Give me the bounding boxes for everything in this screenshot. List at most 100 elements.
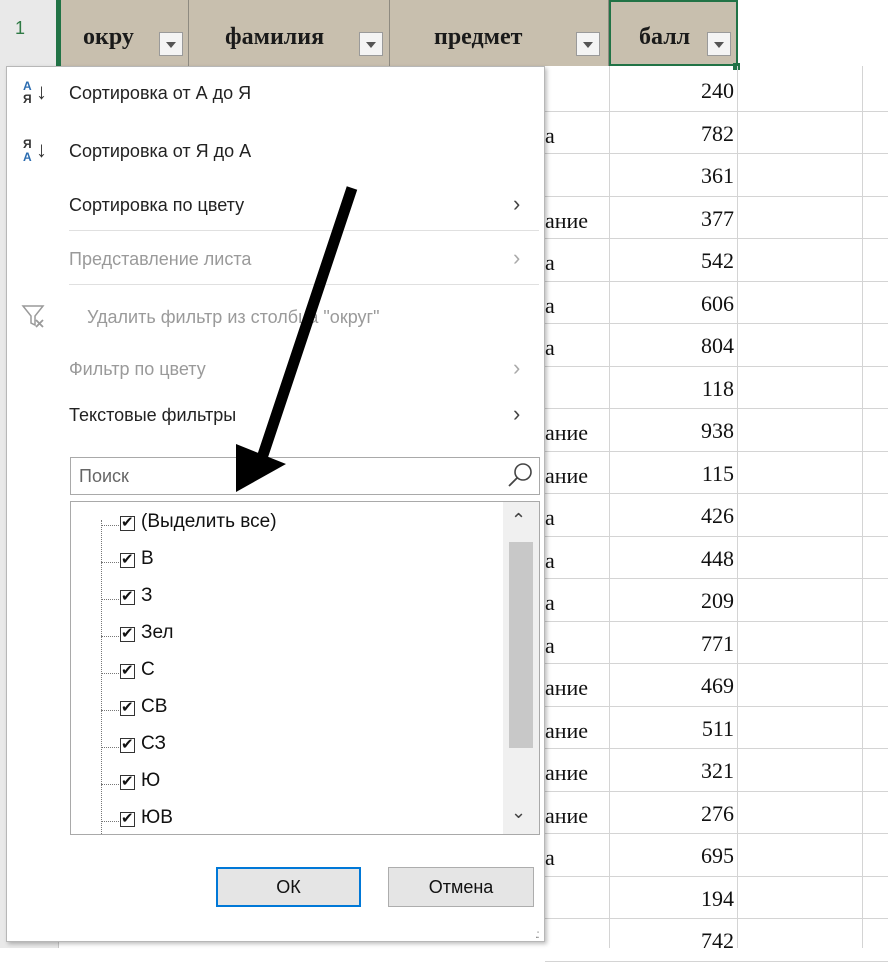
checkbox[interactable]	[120, 587, 135, 605]
row-gridline	[545, 790, 888, 792]
subject-cell[interactable]: а	[545, 590, 609, 616]
score-cell[interactable]: 511	[610, 716, 734, 742]
filter-value-list: (Выделить все) ВЗ Зел С СВ СЗ Ю ЮВ ⌃ ⌄	[70, 501, 540, 835]
score-cell[interactable]: 469	[610, 673, 734, 699]
checkbox[interactable]	[120, 698, 135, 716]
autofilter-menu: А Я ↓ Сортировка от А до Я Я А ↓ Сортировка …	[6, 66, 545, 942]
score-cell[interactable]: 115	[610, 461, 734, 487]
subject-cell[interactable]: а	[545, 335, 609, 361]
score-cell[interactable]: 240	[610, 78, 734, 104]
filter-list-item[interactable]: СВ	[101, 693, 491, 727]
filter-list-item[interactable]: ЮВ	[101, 804, 491, 834]
menu-sort-by-color[interactable]: Сортировка по цвету ›	[7, 185, 544, 225]
list-item-label: ЮВ	[141, 807, 173, 828]
list-item-label: СЗ	[141, 733, 166, 754]
scrollbar[interactable]: ⌃ ⌄	[503, 502, 539, 834]
score-cell[interactable]: 361	[610, 163, 734, 189]
chevron-right-icon: ›	[513, 191, 521, 216]
filter-list-item[interactable]: СЗ	[101, 730, 491, 764]
score-cell[interactable]: 695	[610, 843, 734, 869]
subject-cell[interactable]: а	[545, 293, 609, 319]
ok-button[interactable]: ОК	[216, 867, 361, 907]
chevron-right-icon: ›	[513, 245, 521, 270]
menu-separator	[69, 284, 539, 285]
score-cell[interactable]: 804	[610, 333, 734, 359]
score-cell[interactable]: 194	[610, 886, 734, 912]
filter-list-item[interactable]: Зел	[101, 619, 491, 653]
row-gridline	[545, 450, 888, 452]
score-cell[interactable]: 771	[610, 631, 734, 657]
score-cell[interactable]: 542	[610, 248, 734, 274]
filter-dropdown-button[interactable]	[576, 32, 600, 56]
row-gridline	[545, 620, 888, 622]
search-input[interactable]	[77, 465, 501, 488]
header-cell-predmet[interactable]: предмет	[390, 0, 609, 66]
scroll-up-icon[interactable]: ⌃	[511, 510, 526, 531]
menu-filter-by-color: Фильтр по цвету ›	[7, 349, 544, 389]
row-gridline	[545, 153, 888, 154]
chevron-right-icon: ›	[513, 401, 521, 426]
menu-sort-descending[interactable]: Я А ↓ Сортировка от Я до А	[7, 131, 544, 171]
menu-label: Текстовые фильтры	[69, 405, 237, 425]
subject-cell[interactable]: а	[545, 633, 609, 659]
menu-text-filters[interactable]: Текстовые фильтры ›	[7, 395, 544, 435]
subject-cell[interactable]: а	[545, 505, 609, 531]
menu-label: Сортировка от А до Я	[69, 83, 252, 103]
filter-list-item[interactable]: В	[101, 545, 491, 579]
menu-sort-ascending[interactable]: А Я ↓ Сортировка от А до Я	[7, 73, 544, 113]
checkbox[interactable]	[120, 624, 135, 642]
filter-dropdown-button[interactable]	[359, 32, 383, 56]
scroll-down-icon[interactable]: ⌄	[511, 802, 526, 823]
score-cell[interactable]: 448	[610, 546, 734, 572]
subject-cell[interactable]: а	[545, 123, 609, 149]
header-cell-familiya[interactable]: фамилия	[189, 0, 390, 66]
subject-cell[interactable]: ание	[545, 208, 609, 234]
subject-cell[interactable]: а	[545, 250, 609, 276]
subject-cell[interactable]: а	[545, 548, 609, 574]
filter-list-item[interactable]: З	[101, 582, 491, 616]
row-number[interactable]: 1	[0, 18, 40, 39]
filter-list-item[interactable]: Ю	[101, 767, 491, 801]
subject-cell[interactable]: ание	[545, 718, 609, 744]
row-gridline	[545, 280, 888, 282]
header-label: предмет	[434, 24, 523, 50]
score-cell[interactable]: 742	[610, 928, 734, 954]
row-gridline	[545, 195, 888, 197]
row-gridline	[545, 323, 888, 324]
header-cell-okrug[interactable]: окру	[61, 0, 189, 66]
list-item-label: З	[141, 585, 153, 606]
score-cell[interactable]: 426	[610, 503, 734, 529]
subject-cell[interactable]: ание	[545, 463, 609, 489]
score-cell[interactable]: 606	[610, 291, 734, 317]
checkbox[interactable]	[120, 550, 135, 568]
subject-cell[interactable]: ание	[545, 675, 609, 701]
filter-dropdown-button[interactable]	[159, 32, 183, 56]
score-cell[interactable]: 276	[610, 801, 734, 827]
checkbox[interactable]	[120, 735, 135, 753]
checkbox[interactable]	[120, 809, 135, 827]
search-icon	[508, 463, 532, 487]
filter-list-item[interactable]: (Выделить все)	[101, 508, 491, 542]
score-cell[interactable]: 209	[610, 588, 734, 614]
row-gridline	[545, 110, 888, 112]
subject-cell[interactable]: ание	[545, 803, 609, 829]
cancel-button[interactable]: Отмена	[388, 867, 534, 907]
selected-cell-border	[609, 0, 738, 66]
row-gridline	[545, 748, 888, 749]
subject-cell[interactable]: ание	[545, 420, 609, 446]
score-cell[interactable]: 321	[610, 758, 734, 784]
score-cell[interactable]: 782	[610, 121, 734, 147]
subject-cell[interactable]: ание	[545, 760, 609, 786]
subject-cell[interactable]: а	[545, 845, 609, 871]
checkbox[interactable]	[120, 772, 135, 790]
score-cell[interactable]: 118	[610, 376, 734, 402]
score-cell[interactable]: 377	[610, 206, 734, 232]
search-box	[70, 457, 540, 495]
filter-list-item[interactable]: С	[101, 656, 491, 690]
resize-grip-icon[interactable]: .:	[535, 927, 539, 941]
checkbox[interactable]	[120, 513, 135, 531]
checkbox[interactable]	[120, 661, 135, 679]
menu-label: Сортировка по цвету	[69, 195, 245, 215]
score-cell[interactable]: 938	[610, 418, 734, 444]
scroll-thumb[interactable]	[509, 542, 533, 748]
